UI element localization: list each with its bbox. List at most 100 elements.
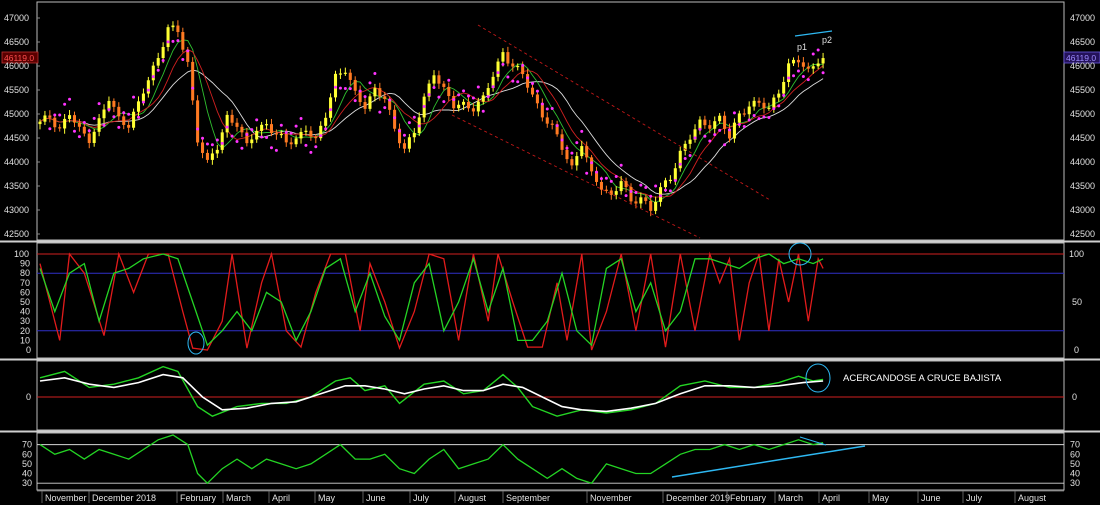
- rsi-y-tick-left: 60: [22, 449, 32, 459]
- sar-dot: [402, 133, 406, 137]
- sar-dot: [398, 129, 402, 133]
- candle-body: [53, 117, 57, 128]
- sar-dot: [555, 124, 559, 128]
- candle-body: [757, 100, 761, 103]
- candle-body: [279, 133, 283, 136]
- x-axis-label: December 2018: [92, 493, 156, 503]
- sar-dot: [811, 52, 815, 56]
- sar-dot: [777, 104, 781, 108]
- sar-dot: [299, 117, 303, 121]
- sar-dot: [737, 122, 741, 126]
- sar-dot: [442, 100, 446, 104]
- candle-body: [639, 197, 643, 204]
- x-axis-label: April: [822, 493, 840, 503]
- sar-dot: [599, 177, 603, 181]
- sar-dot: [673, 178, 677, 182]
- price-y-tick-right: 44500: [1070, 133, 1095, 143]
- sar-dot: [663, 188, 667, 192]
- x-axis-label: December 2019: [666, 493, 730, 503]
- candle-body: [289, 142, 293, 145]
- sar-dot: [604, 176, 608, 180]
- candle-body: [560, 134, 564, 150]
- price-y-tick-left: 47000: [4, 13, 29, 23]
- chart-background: [0, 0, 1100, 505]
- stochastic-y-tick-left: 70: [20, 278, 30, 288]
- candle-body: [668, 179, 672, 182]
- sar-dot: [102, 123, 106, 127]
- sar-dot: [201, 136, 205, 140]
- sar-dot: [255, 118, 259, 122]
- x-axis-label: August: [1018, 493, 1047, 503]
- sar-dot: [747, 118, 751, 122]
- candle-body: [210, 153, 214, 160]
- sar-dot: [462, 89, 466, 93]
- stochastic-y-tick-left: 50: [20, 297, 30, 307]
- sar-dot: [585, 171, 589, 175]
- sar-dot: [235, 140, 239, 144]
- rsi-y-tick-right: 70: [1070, 440, 1080, 450]
- sar-dot: [141, 100, 145, 104]
- price-y-tick-right: 46000: [1070, 61, 1095, 71]
- sar-dot: [486, 95, 490, 99]
- sar-dot: [87, 129, 91, 133]
- sar-dot: [274, 148, 278, 152]
- sar-dot: [452, 98, 456, 102]
- sar-dot: [713, 133, 717, 137]
- sar-dot: [368, 81, 372, 85]
- stochastic-y-tick-left: 20: [20, 326, 30, 336]
- candle-body: [309, 130, 313, 137]
- candle-body: [801, 62, 805, 67]
- candle-body: [462, 101, 466, 105]
- sar-dot: [540, 102, 544, 106]
- price-y-tick-right: 47000: [1070, 13, 1095, 23]
- sar-dot: [668, 189, 672, 193]
- candle-body: [782, 81, 786, 94]
- candle-body: [402, 143, 406, 149]
- candle-body: [752, 100, 756, 107]
- candle-body: [654, 201, 658, 211]
- stochastic-y-tick-left: 40: [20, 307, 30, 317]
- sar-dot: [535, 89, 539, 93]
- rsi-y-tick-right: 50: [1070, 459, 1080, 469]
- sar-dot: [506, 75, 510, 79]
- sar-dot: [304, 143, 308, 147]
- sar-dot: [186, 49, 190, 53]
- sar-dot: [324, 127, 328, 131]
- sar-dot: [491, 85, 495, 89]
- rsi-y-tick-right: 40: [1070, 469, 1080, 479]
- candle-body: [235, 122, 239, 127]
- candle-body: [112, 100, 116, 107]
- candle-body: [590, 157, 594, 172]
- sar-dot: [127, 112, 131, 116]
- sar-dot: [117, 125, 121, 129]
- sar-dot: [378, 110, 382, 114]
- stochastic-y-tick-left: 60: [20, 287, 30, 297]
- candle-body: [343, 72, 347, 74]
- sar-dot: [250, 128, 254, 132]
- sar-dot: [284, 131, 288, 135]
- sar-dot: [772, 107, 776, 111]
- sar-dot: [53, 113, 57, 117]
- candle-body: [575, 156, 579, 166]
- candle-body: [329, 97, 333, 118]
- sar-dot: [97, 102, 101, 106]
- sar-dot: [624, 194, 628, 198]
- sar-dot: [501, 62, 505, 66]
- sar-dot: [166, 40, 170, 44]
- candle-body: [181, 32, 185, 50]
- stochastic-y-tick-left: 100: [14, 249, 29, 259]
- candle-body: [732, 122, 736, 139]
- candle-body: [383, 96, 387, 99]
- candle-body: [535, 94, 539, 104]
- candle-body: [87, 133, 91, 143]
- candle-body: [92, 131, 96, 143]
- candle-body: [368, 96, 372, 109]
- sar-dot: [432, 86, 436, 90]
- sar-dot: [107, 108, 111, 112]
- candle-body: [230, 114, 234, 123]
- sar-dot: [393, 116, 397, 120]
- sar-dot: [703, 134, 707, 138]
- sar-dot: [614, 174, 618, 178]
- candle-body: [127, 124, 131, 128]
- sar-dot: [122, 111, 126, 115]
